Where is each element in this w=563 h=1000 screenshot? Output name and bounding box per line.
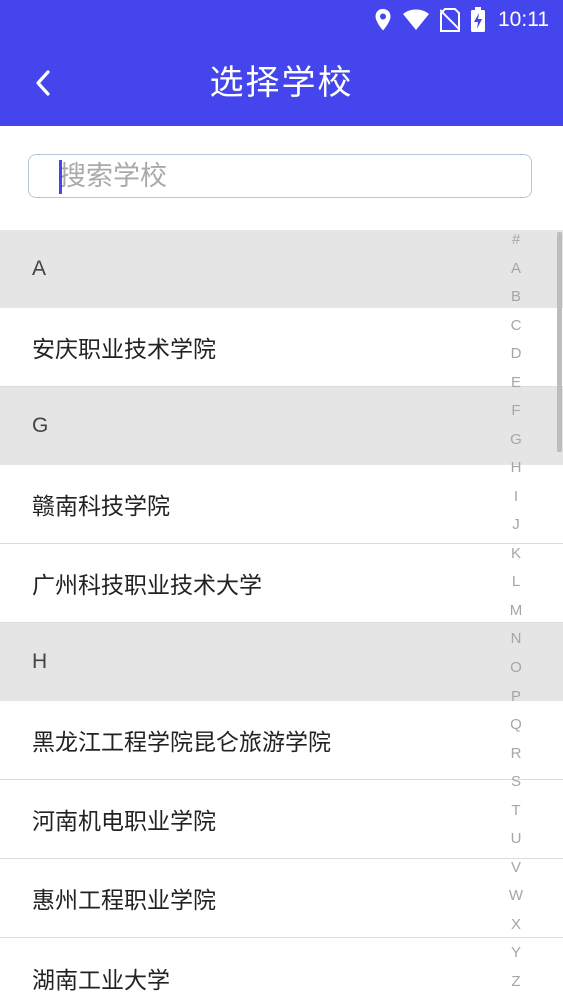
search-box[interactable]	[28, 154, 532, 198]
index-letter[interactable]: A	[511, 259, 521, 279]
location-icon	[375, 9, 391, 31]
index-letter[interactable]: L	[512, 572, 520, 592]
page-title: 选择学校	[209, 63, 354, 103]
school-list-item[interactable]: 惠州工程职业学院	[0, 859, 563, 938]
wifi-icon	[403, 9, 429, 30]
index-letter[interactable]: K	[511, 544, 521, 564]
index-letter[interactable]: V	[511, 858, 521, 878]
index-letter[interactable]: J	[512, 515, 520, 535]
battery-charging-icon	[471, 7, 485, 32]
school-list-item[interactable]: 河南机电职业学院	[0, 780, 563, 859]
school-list: A 安庆职业技术学院 G 赣南科技学院 广州科技职业技术大学 H 黑龙江工程学院昆仑旅游学院…	[0, 230, 563, 1000]
index-letter[interactable]: M	[510, 601, 523, 621]
school-list-item[interactable]: 黑龙江工程学院昆仑旅游学院	[0, 701, 563, 780]
status-time: 10:11	[498, 8, 549, 31]
index-letter[interactable]: G	[510, 430, 522, 450]
index-letter[interactable]: R	[511, 744, 522, 764]
index-letter[interactable]: U	[511, 829, 522, 849]
school-list-item[interactable]: 赣南科技学院	[0, 465, 563, 544]
index-letter[interactable]: N	[511, 629, 522, 649]
no-sim-icon	[440, 8, 460, 32]
index-letter[interactable]: P	[511, 687, 521, 707]
index-letter[interactable]: H	[511, 458, 522, 478]
index-letter[interactable]: S	[511, 772, 521, 792]
index-letter[interactable]: B	[511, 287, 521, 307]
index-letter[interactable]: T	[511, 801, 520, 821]
index-letter[interactable]: Y	[511, 943, 521, 963]
text-cursor	[59, 160, 62, 194]
index-letter[interactable]: D	[511, 344, 522, 364]
index-letter[interactable]: X	[511, 915, 521, 935]
index-letter[interactable]: E	[511, 373, 521, 393]
section-header: H	[0, 623, 563, 701]
index-letter[interactable]: C	[511, 316, 522, 336]
school-list-item[interactable]: 广州科技职业技术大学	[0, 544, 563, 623]
alphabet-index[interactable]: # A B C D E F G H I J K L M N O P Q R S T U V W X Y Z	[500, 230, 532, 992]
search-input[interactable]	[59, 156, 499, 196]
index-letter[interactable]: O	[510, 658, 522, 678]
app-bar: 选择学校	[0, 40, 563, 126]
section-header: G	[0, 387, 563, 465]
school-list-item[interactable]: 湖南工业大学	[0, 938, 563, 1000]
status-icons: 10:11	[374, 6, 549, 34]
school-picker-screen: 10:11 选择学校 A安庆职业技术学院G赣南科技学院广州科技职业技术大学H黑龙…	[0, 0, 563, 1000]
index-letter[interactable]: F	[511, 401, 520, 421]
search-section	[0, 126, 563, 230]
index-letter[interactable]: I	[514, 487, 518, 507]
index-letter[interactable]: Q	[510, 715, 522, 735]
section-header: A	[0, 230, 563, 308]
school-list-item[interactable]: 安庆职业技术学院	[0, 308, 563, 387]
index-letter[interactable]: W	[509, 886, 523, 906]
index-letter[interactable]: Z	[511, 972, 520, 992]
scrollbar-thumb[interactable]	[557, 232, 562, 452]
status-bar: 10:11	[0, 0, 563, 40]
index-letter[interactable]: #	[512, 230, 520, 250]
